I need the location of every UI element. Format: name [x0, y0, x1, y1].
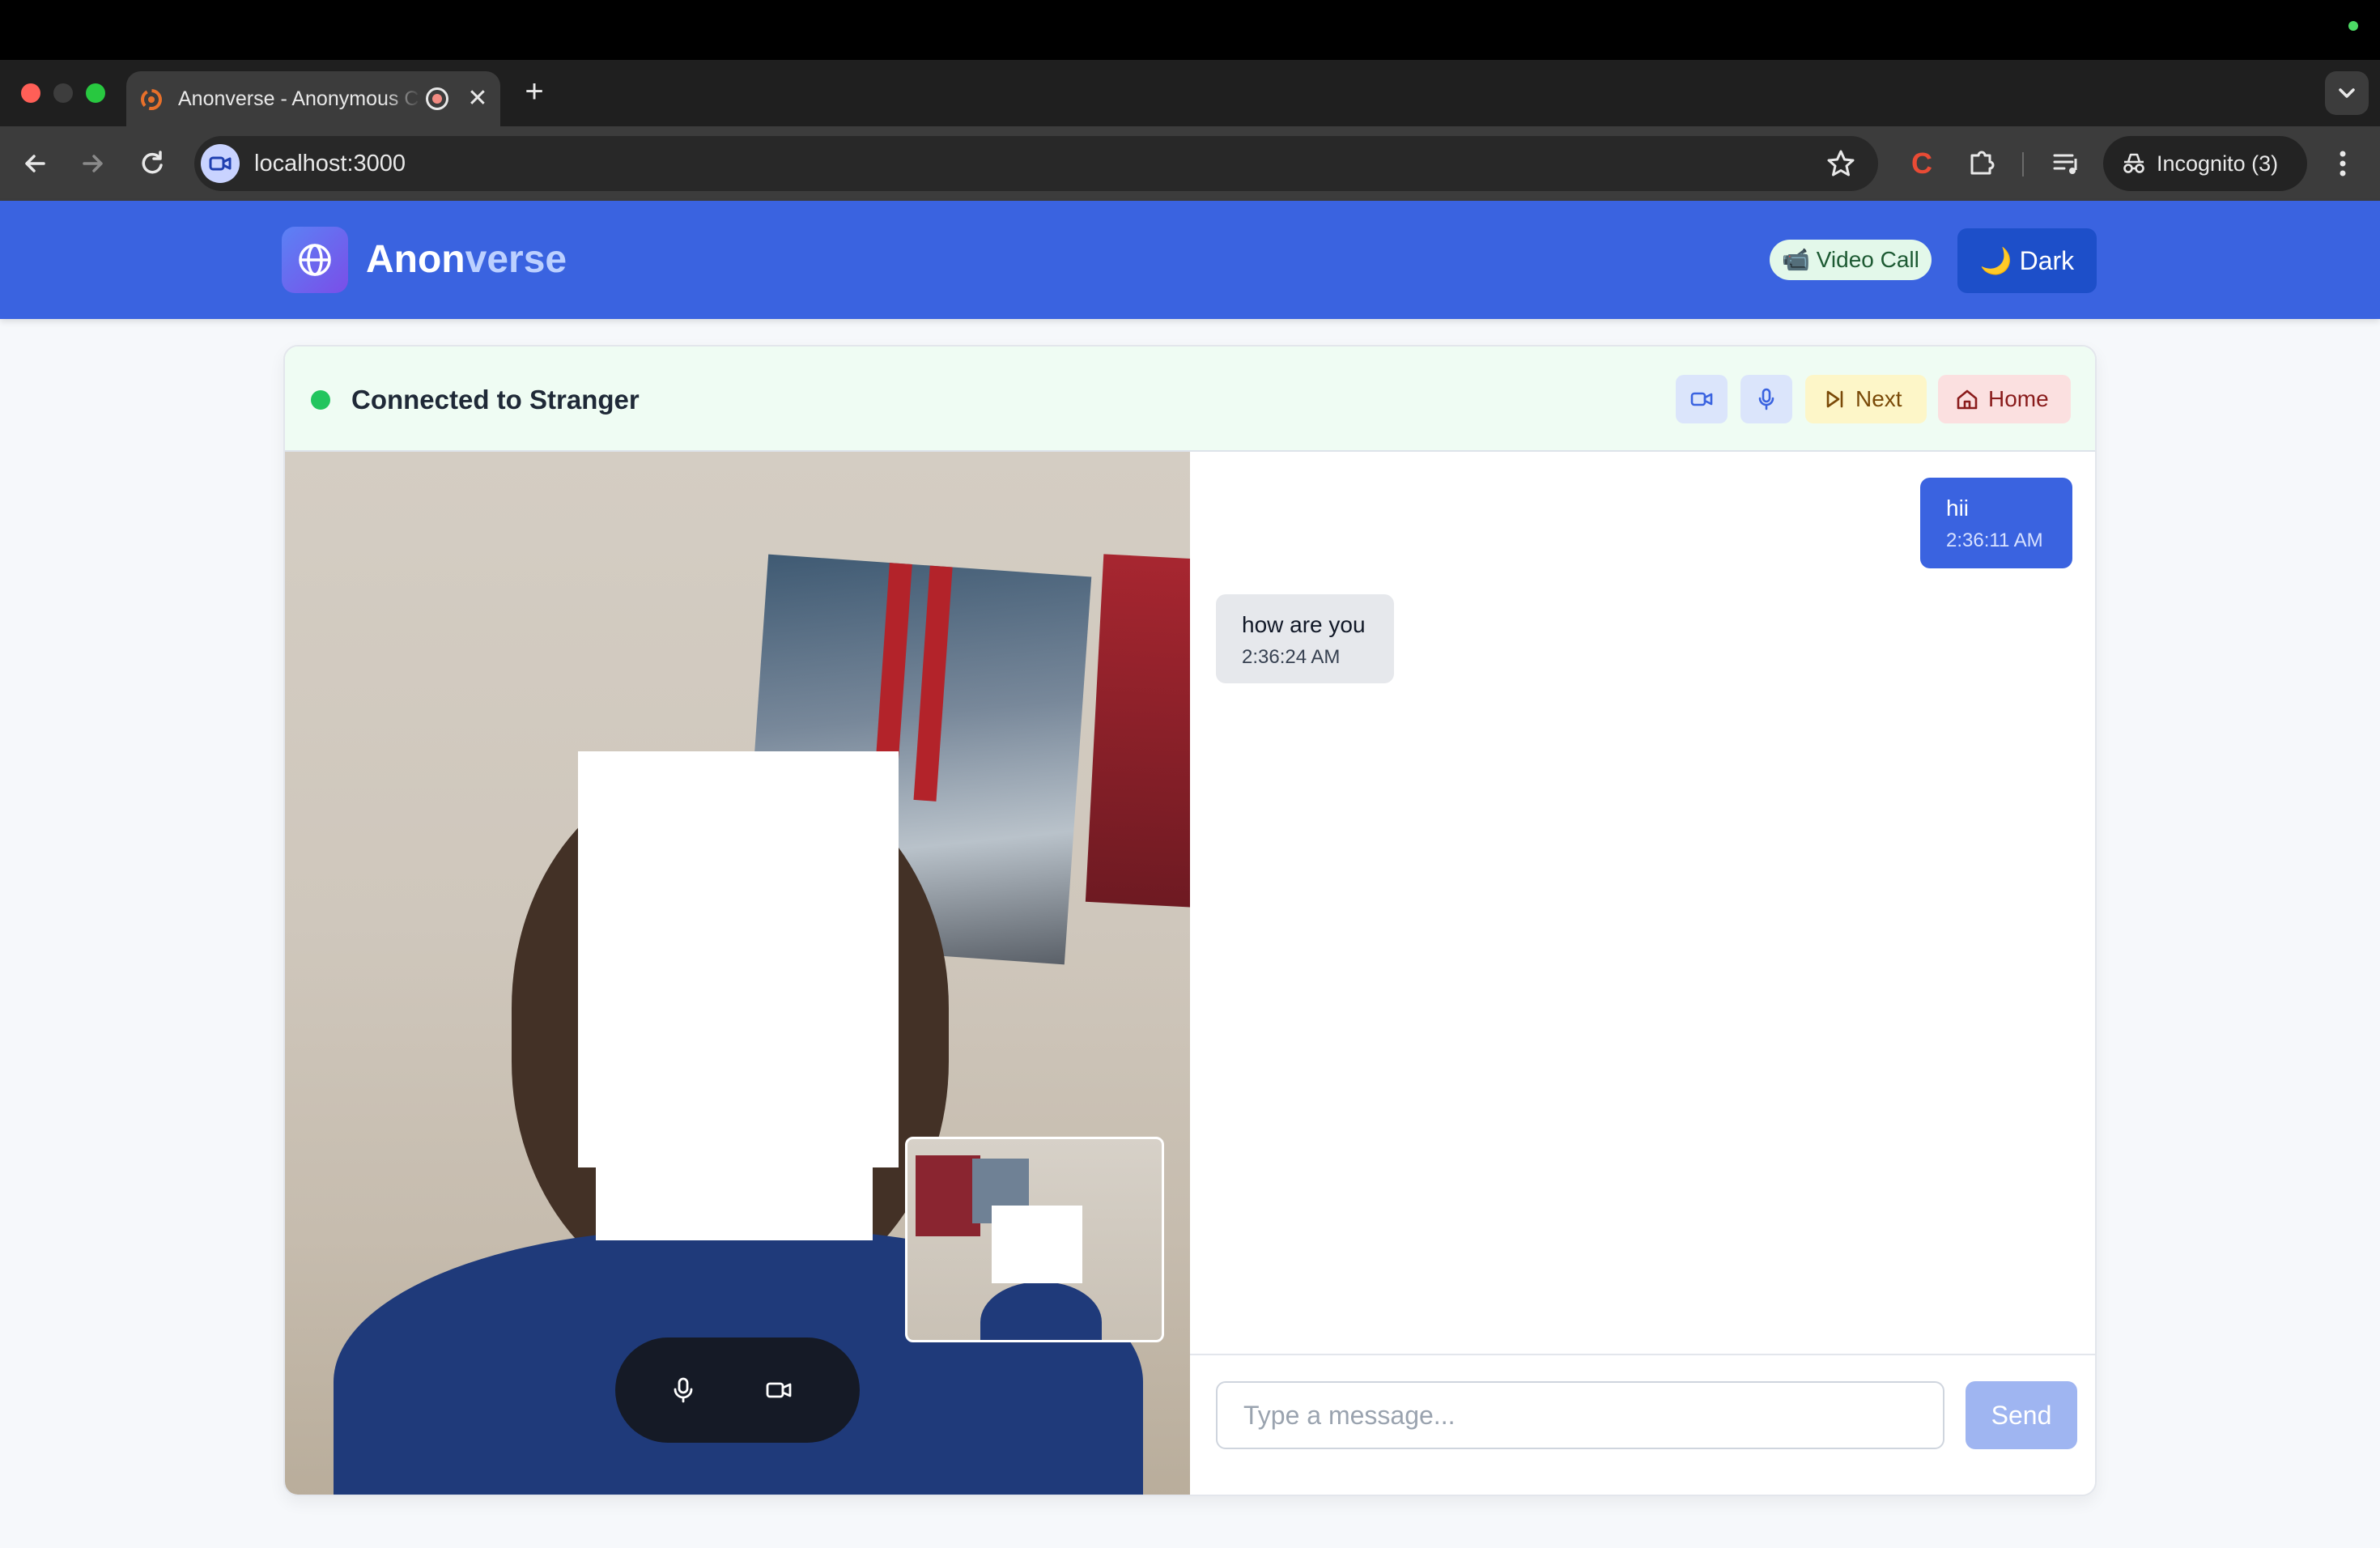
call-controls [615, 1337, 860, 1443]
message-composer: Send [1190, 1354, 2095, 1495]
window-minimize-button[interactable] [53, 83, 73, 103]
brand-name-part2: verse [465, 238, 567, 281]
message-incoming: how are you 2:36:24 AM [1216, 594, 1394, 683]
incognito-icon [2123, 153, 2144, 173]
tab-search-button[interactable] [2325, 71, 2369, 115]
wall-poster [1085, 554, 1190, 908]
forward-button[interactable] [74, 146, 110, 181]
message-time: 2:36:11 AM [1946, 529, 2043, 551]
video-camera-icon [766, 1382, 792, 1398]
favicon-icon [141, 89, 162, 110]
brand-name[interactable]: Anonverse [366, 236, 567, 283]
address-bar[interactable]: localhost:3000 [194, 136, 1878, 191]
new-tab-button[interactable]: + [516, 74, 552, 110]
app-header: Anonverse 📹 Video Call 🌙 Dark [0, 201, 2380, 319]
back-button[interactable] [18, 146, 53, 181]
reload-icon [142, 151, 163, 174]
message-input[interactable] [1216, 1381, 1944, 1449]
media-controls-button[interactable] [2046, 144, 2085, 183]
message-text: how are you [1242, 612, 1366, 637]
video-call-badge: 📹 Video Call [1770, 240, 1932, 280]
browser-tab-strip: Anonverse - Anonymous Chat ✕ + [0, 60, 2380, 126]
face-redaction [578, 751, 899, 1167]
toggle-camera-button[interactable] [1676, 375, 1728, 423]
chevron-down-icon [2339, 88, 2355, 98]
reload-button[interactable] [134, 146, 170, 181]
window-close-button[interactable] [21, 83, 40, 103]
session-header: Connected to Stranger Next Home [285, 347, 2095, 452]
site-info-icon[interactable] [201, 144, 240, 183]
bookmark-star-icon[interactable] [1825, 147, 1857, 180]
message-text: hii [1946, 495, 1970, 521]
chat-card: Connected to Stranger Next Home hii 2:36… [283, 345, 2097, 1496]
home-label: Home [1988, 386, 2049, 411]
home-button[interactable]: Home [1938, 375, 2071, 423]
window-zoom-button[interactable] [86, 83, 105, 103]
arrow-left-icon [25, 155, 45, 172]
chat-panel: hii 2:36:11 AM how are you 2:36:24 AM Se… [1190, 452, 2095, 1495]
connection-status-dot [311, 390, 330, 410]
app-logo[interactable] [282, 227, 348, 293]
playlist-icon [2053, 154, 2077, 174]
extensions-button[interactable] [1962, 144, 2001, 183]
microphone-icon [1758, 388, 1774, 410]
tab-title: Anonverse - Anonymous Chat [178, 87, 421, 110]
browser-menu-button[interactable] [2328, 144, 2357, 183]
toggle-mic-button[interactable] [1740, 375, 1792, 423]
theme-toggle-button[interactable]: 🌙 Dark [1957, 228, 2097, 293]
next-stranger-button[interactable]: Next [1805, 375, 1927, 423]
skip-forward-icon [1826, 390, 1843, 408]
recording-indicator-icon [2348, 21, 2358, 31]
puzzle-icon [1970, 151, 1995, 175]
next-label: Next [1855, 386, 1902, 411]
url-text: localhost:3000 [254, 151, 406, 176]
more-vertical-icon [2340, 151, 2346, 176]
send-button[interactable]: Send [1966, 1381, 2077, 1449]
browser-toolbar: localhost:3000 C Incognito (3) [0, 126, 2380, 201]
face-redaction [596, 1167, 873, 1240]
arrow-right-icon [83, 155, 103, 172]
os-menu-bar [0, 0, 2380, 60]
media-recording-icon [426, 87, 448, 110]
microphone-icon [674, 1377, 693, 1403]
home-icon [1957, 389, 1978, 410]
profile-incognito-button[interactable]: Incognito (3) [2103, 136, 2307, 191]
toolbar-divider [2022, 152, 2024, 176]
extension-c-icon[interactable]: C [1902, 144, 1941, 183]
brand-name-part1: Anon [366, 238, 465, 281]
connection-status: Connected to Stranger [351, 385, 640, 415]
globe-icon [299, 244, 331, 276]
call-mic-button[interactable] [657, 1364, 709, 1416]
call-camera-button[interactable] [753, 1364, 805, 1416]
video-camera-icon [1690, 392, 1713, 406]
remote-video [285, 452, 1190, 1495]
message-time: 2:36:24 AM [1242, 646, 1341, 668]
tab-close-icon[interactable]: ✕ [461, 83, 494, 115]
profile-label: Incognito (3) [2157, 151, 2279, 176]
message-outgoing: hii 2:36:11 AM [1920, 478, 2072, 568]
local-video-preview[interactable] [905, 1137, 1164, 1342]
browser-tab-active[interactable]: Anonverse - Anonymous Chat ✕ [126, 71, 500, 126]
face-redaction [992, 1206, 1082, 1283]
